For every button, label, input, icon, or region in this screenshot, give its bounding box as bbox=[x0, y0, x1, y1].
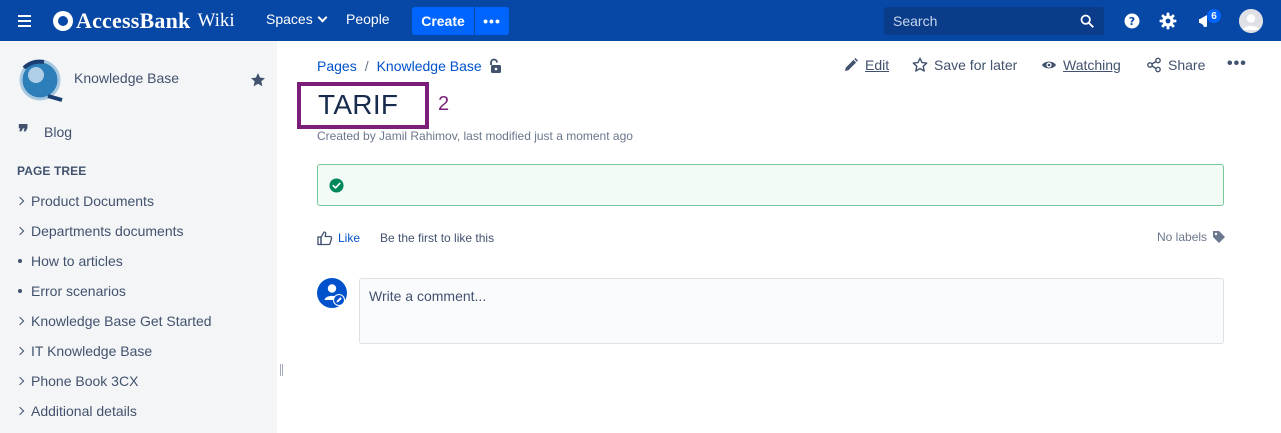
tree-item-label: Departments documents bbox=[31, 223, 184, 239]
sidebar-item-blog[interactable]: ❞ Blog bbox=[18, 120, 73, 144]
labels-area[interactable]: No labels bbox=[1157, 230, 1226, 244]
tree-item-knowledge-base-get-started[interactable]: Knowledge Base Get Started bbox=[15, 311, 212, 331]
tree-item-label: Phone Book 3CX bbox=[31, 373, 139, 389]
commenter-avatar bbox=[317, 278, 347, 308]
tree-item-label: Error scenarios bbox=[31, 283, 126, 299]
tree-item-label: IT Knowledge Base bbox=[31, 343, 153, 359]
share-label: Share bbox=[1168, 57, 1206, 73]
tree-item-additional-details[interactable]: Additional details bbox=[15, 401, 137, 421]
chevron-right-icon[interactable] bbox=[15, 196, 25, 206]
page-byline: Created by Jamil Rahimov, last modified … bbox=[317, 129, 633, 143]
logo-text: AccessBank bbox=[76, 8, 191, 33]
watching-button[interactable]: Watching bbox=[1041, 57, 1121, 73]
pencil-icon bbox=[845, 58, 858, 71]
star-outline-icon bbox=[912, 57, 928, 72]
breadcrumb: Pages / Knowledge Base bbox=[317, 58, 482, 74]
people-link[interactable]: People bbox=[346, 11, 390, 27]
edit-button[interactable]: Edit bbox=[843, 57, 889, 73]
sidebar-resize-handle[interactable] bbox=[279, 364, 284, 376]
logo-wiki-text: Wiki bbox=[197, 10, 235, 31]
avatar[interactable] bbox=[1239, 9, 1263, 33]
page-title: TARIF bbox=[318, 89, 399, 120]
chevron-right-icon[interactable] bbox=[15, 376, 25, 386]
site-logo[interactable]: AccessBank Wiki bbox=[53, 8, 235, 34]
tree-item-how-to-articles[interactable]: How to articles bbox=[17, 251, 123, 271]
unlock-icon[interactable] bbox=[488, 58, 502, 74]
like-row: Like Be the first to like this bbox=[317, 230, 494, 246]
comment-input[interactable]: Write a comment... bbox=[359, 278, 1224, 344]
tree-item-phone-book-3cx[interactable]: Phone Book 3CX bbox=[15, 371, 139, 391]
tree-item-product-documents[interactable]: Product Documents bbox=[15, 191, 154, 211]
search-icon bbox=[1080, 14, 1094, 28]
quote-icon: ❞ bbox=[18, 120, 29, 144]
watching-label: Watching bbox=[1063, 57, 1121, 73]
no-labels-text: No labels bbox=[1157, 230, 1208, 244]
sidebar: Knowledge Base ❞ Blog PAGE TREE Product … bbox=[0, 41, 277, 433]
chevron-right-icon[interactable] bbox=[15, 406, 25, 416]
search-input[interactable]: Search bbox=[884, 7, 1104, 35]
blog-label: Blog bbox=[44, 124, 73, 140]
tag-icon bbox=[1213, 231, 1226, 243]
tree-item-label: Additional details bbox=[31, 403, 137, 419]
svg-text:?: ? bbox=[1129, 15, 1135, 28]
search-placeholder: Search bbox=[893, 13, 938, 29]
share-icon bbox=[1147, 57, 1161, 73]
chevron-right-icon[interactable] bbox=[15, 226, 25, 236]
gear-icon[interactable] bbox=[1158, 11, 1178, 31]
save-for-later-label: Save for later bbox=[934, 57, 1018, 73]
create-more-button[interactable]: ••• bbox=[475, 7, 509, 35]
tree-item-error-scenarios[interactable]: Error scenarios bbox=[17, 281, 126, 301]
like-button[interactable]: Like bbox=[317, 230, 360, 246]
tree-item-label: Product Documents bbox=[31, 193, 154, 209]
thumbs-up-icon bbox=[317, 231, 333, 246]
breadcrumb-separator: / bbox=[364, 58, 369, 74]
save-for-later-button[interactable]: Save for later bbox=[912, 57, 1017, 73]
space-logo-icon[interactable] bbox=[18, 58, 64, 102]
annotation-number: 2 bbox=[438, 93, 450, 115]
tree-item-label: How to articles bbox=[31, 253, 123, 269]
breadcrumb-pages[interactable]: Pages bbox=[317, 58, 357, 74]
menu-icon[interactable] bbox=[14, 11, 36, 31]
success-panel bbox=[317, 164, 1224, 206]
tree-item-it-knowledge-base[interactable]: IT Knowledge Base bbox=[15, 341, 153, 361]
spaces-label: Spaces bbox=[266, 11, 313, 27]
edit-label: Edit bbox=[865, 57, 890, 73]
help-icon[interactable]: ? bbox=[1122, 11, 1142, 31]
share-button[interactable]: Share bbox=[1146, 57, 1205, 73]
eye-icon bbox=[1042, 61, 1056, 69]
space-name-link[interactable]: Knowledge Base bbox=[74, 70, 179, 86]
chevron-right-icon[interactable] bbox=[15, 346, 25, 356]
chevron-down-icon bbox=[317, 12, 328, 22]
bullet-icon bbox=[18, 259, 22, 263]
like-label: Like bbox=[338, 231, 361, 245]
more-actions-button[interactable]: ••• bbox=[1227, 55, 1247, 73]
breadcrumb-knowledge-base[interactable]: Knowledge Base bbox=[377, 58, 482, 74]
spaces-menu[interactable]: Spaces bbox=[266, 11, 328, 27]
page-tree-title: PAGE TREE bbox=[17, 164, 87, 178]
create-button[interactable]: Create bbox=[412, 7, 474, 35]
tree-item-departments-documents[interactable]: Departments documents bbox=[15, 221, 184, 241]
notification-count-badge: 6 bbox=[1207, 9, 1221, 23]
star-icon[interactable] bbox=[250, 72, 266, 88]
check-circle-icon bbox=[329, 178, 344, 193]
logo-mark-icon bbox=[53, 11, 73, 31]
top-navigation-bar: AccessBank Wiki Spaces People Create •••… bbox=[0, 0, 1281, 41]
tree-item-label: Knowledge Base Get Started bbox=[31, 313, 212, 329]
bullet-icon bbox=[18, 289, 22, 293]
chevron-right-icon[interactable] bbox=[15, 316, 25, 326]
like-status-text: Be the first to like this bbox=[380, 231, 495, 245]
